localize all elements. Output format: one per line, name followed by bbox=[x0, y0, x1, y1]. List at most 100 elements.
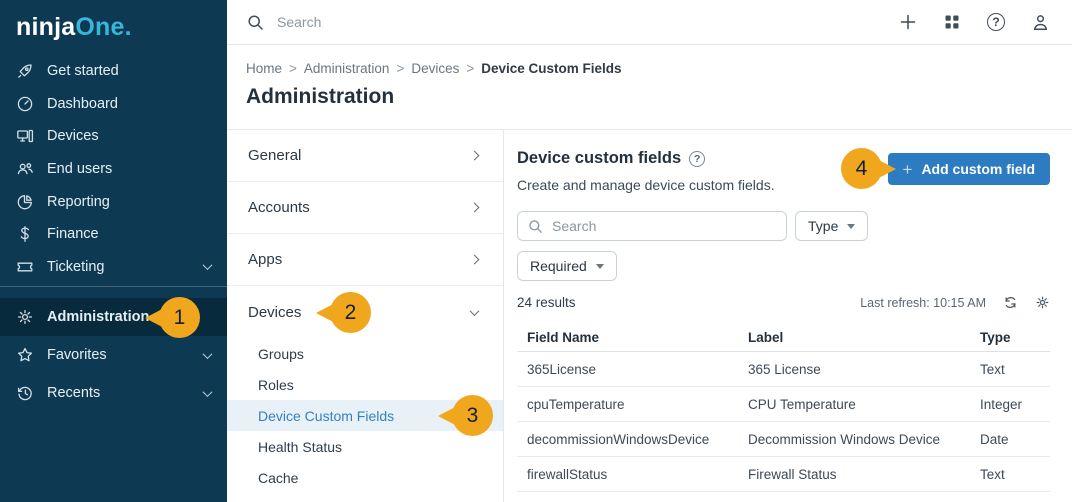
sidebar-item-favorites[interactable]: Favorites bbox=[0, 336, 227, 374]
table-row[interactable]: firewallStatus Firewall Status Text bbox=[517, 457, 1050, 492]
required-filter-row: Required bbox=[517, 251, 1050, 281]
subnav-item-label: Devices bbox=[248, 304, 301, 321]
chevron-down-icon bbox=[203, 260, 213, 270]
column-header-type: Type bbox=[980, 330, 1050, 345]
subnav-item-accounts[interactable]: Accounts bbox=[227, 182, 503, 234]
dashboard-icon bbox=[16, 95, 34, 113]
breadcrumb-device-custom-fields: Device Custom Fields bbox=[481, 61, 621, 76]
sidebar-item-label: Administration bbox=[47, 309, 149, 325]
sidebar-item-recents[interactable]: Recents bbox=[0, 374, 227, 412]
results-count: 24 results bbox=[517, 295, 576, 310]
cell-type: Text bbox=[980, 467, 1050, 482]
cell-field-name: cpuTemperature bbox=[527, 397, 748, 412]
sidebar-item-dashboard[interactable]: Dashboard bbox=[0, 88, 227, 121]
subnav-item-label: Accounts bbox=[248, 199, 310, 216]
cell-label: 365 License bbox=[748, 362, 980, 377]
field-search-box[interactable] bbox=[517, 211, 787, 241]
ninjaone-logo: ninjaOne. bbox=[0, 0, 227, 52]
gear-icon bbox=[16, 308, 34, 326]
sidebar-item-reporting[interactable]: Reporting bbox=[0, 185, 227, 218]
subnav-item-apps[interactable]: Apps bbox=[227, 234, 503, 286]
refresh-icon[interactable] bbox=[1003, 295, 1018, 310]
cell-type: Date bbox=[980, 432, 1050, 447]
table-settings-gear-icon[interactable] bbox=[1035, 295, 1050, 310]
required-filter-dropdown[interactable]: Required bbox=[517, 251, 617, 281]
topbar-actions: ? bbox=[899, 13, 1050, 32]
required-filter-label: Required bbox=[530, 258, 587, 274]
subnav-item-roles[interactable]: Roles bbox=[227, 369, 503, 400]
cell-label: CPU Temperature bbox=[748, 397, 980, 412]
subnav-item-general[interactable]: General bbox=[227, 130, 503, 182]
apps-grid-icon[interactable] bbox=[943, 13, 961, 31]
subnav-item-groups[interactable]: Groups bbox=[227, 338, 503, 369]
sidebar-item-label: Dashboard bbox=[47, 96, 118, 112]
breadcrumb-devices[interactable]: Devices bbox=[411, 61, 459, 76]
sidebar-item-label: Get started bbox=[47, 63, 119, 79]
field-search-input[interactable] bbox=[552, 218, 776, 234]
sidebar-item-label: Devices bbox=[47, 128, 99, 144]
panel-title: Device custom fields bbox=[517, 149, 681, 168]
callout-step-1: 1 bbox=[159, 297, 200, 338]
cell-label: Decommission Windows Device bbox=[748, 432, 980, 447]
global-search-input[interactable] bbox=[277, 14, 899, 30]
subnav-item-label: Apps bbox=[248, 251, 282, 268]
star-icon bbox=[16, 346, 34, 364]
sidebar-item-label: Reporting bbox=[47, 194, 110, 210]
subnav-item-cache[interactable]: Cache bbox=[227, 462, 503, 493]
subnav-item-label: General bbox=[248, 147, 301, 164]
table-row[interactable]: decommissionWindowsDevice Decommission W… bbox=[517, 422, 1050, 457]
sidebar-item-label: Finance bbox=[47, 226, 99, 242]
sidebar-item-end-users[interactable]: End users bbox=[0, 153, 227, 186]
chevron-down-icon bbox=[203, 349, 213, 359]
sidebar-item-get-started[interactable]: Get started bbox=[0, 55, 227, 88]
table-row[interactable]: cpuTemperature CPU Temperature Integer bbox=[517, 387, 1050, 422]
ticketing-icon bbox=[16, 258, 34, 276]
cell-field-name: firewallStatus bbox=[527, 467, 748, 482]
breadcrumb-separator: > bbox=[289, 61, 297, 76]
page-head: Home > Administration > Devices > Device… bbox=[227, 45, 1072, 130]
custom-fields-table: Field Name Label Type 365License 365 Lic… bbox=[517, 323, 1050, 492]
breadcrumb-home[interactable]: Home bbox=[246, 61, 282, 76]
breadcrumb-administration[interactable]: Administration bbox=[304, 61, 390, 76]
sidebar-item-ticketing[interactable]: Ticketing bbox=[0, 251, 227, 284]
table-row[interactable]: 365License 365 License Text bbox=[517, 352, 1050, 387]
devices-icon bbox=[16, 127, 34, 145]
callout-step-3: 3 bbox=[452, 395, 493, 436]
caret-down-icon bbox=[596, 264, 604, 269]
caret-down-icon bbox=[847, 224, 855, 229]
breadcrumb-separator: > bbox=[466, 61, 474, 76]
callout-step-4: 4 bbox=[841, 148, 882, 189]
cell-type: Text bbox=[980, 362, 1050, 377]
column-header-label: Label bbox=[748, 330, 980, 345]
sidebar-item-finance[interactable]: Finance bbox=[0, 218, 227, 251]
add-icon[interactable] bbox=[899, 13, 917, 31]
help-icon[interactable]: ? bbox=[689, 151, 705, 167]
user-profile-icon[interactable] bbox=[1031, 13, 1050, 32]
sidebar-item-devices[interactable]: Devices bbox=[0, 120, 227, 153]
cell-label: Firewall Status bbox=[748, 467, 980, 482]
sidebar-item-label: Favorites bbox=[47, 347, 107, 363]
chevron-right-icon bbox=[470, 151, 480, 161]
chevron-down-icon bbox=[203, 387, 213, 397]
reporting-icon bbox=[16, 193, 34, 211]
logo-text-accent: One. bbox=[75, 13, 131, 41]
table-header-row: Field Name Label Type bbox=[517, 323, 1050, 352]
results-row: 24 results Last refresh: 10:15 AM bbox=[517, 295, 1050, 310]
cell-field-name: decommissionWindowsDevice bbox=[527, 432, 748, 447]
last-refresh-label: Last refresh: 10:15 AM bbox=[860, 296, 986, 310]
finance-icon bbox=[16, 225, 34, 243]
help-icon[interactable]: ? bbox=[987, 13, 1005, 31]
type-filter-label: Type bbox=[808, 218, 838, 234]
filters-row: Type bbox=[517, 211, 1050, 241]
breadcrumb-separator: > bbox=[396, 61, 404, 76]
chevron-right-icon bbox=[470, 203, 480, 213]
search-icon bbox=[247, 14, 264, 31]
add-custom-field-button[interactable]: + Add custom field bbox=[888, 153, 1051, 185]
type-filter-dropdown[interactable]: Type bbox=[795, 211, 868, 241]
subnav-item-health-status[interactable]: Health Status bbox=[227, 431, 503, 462]
sidebar-item-label: Recents bbox=[47, 385, 100, 401]
rocket-icon bbox=[16, 62, 34, 80]
logo-text-primary: ninja bbox=[16, 13, 75, 41]
chevron-down-icon bbox=[470, 306, 480, 316]
page-title: Administration bbox=[246, 85, 1072, 109]
